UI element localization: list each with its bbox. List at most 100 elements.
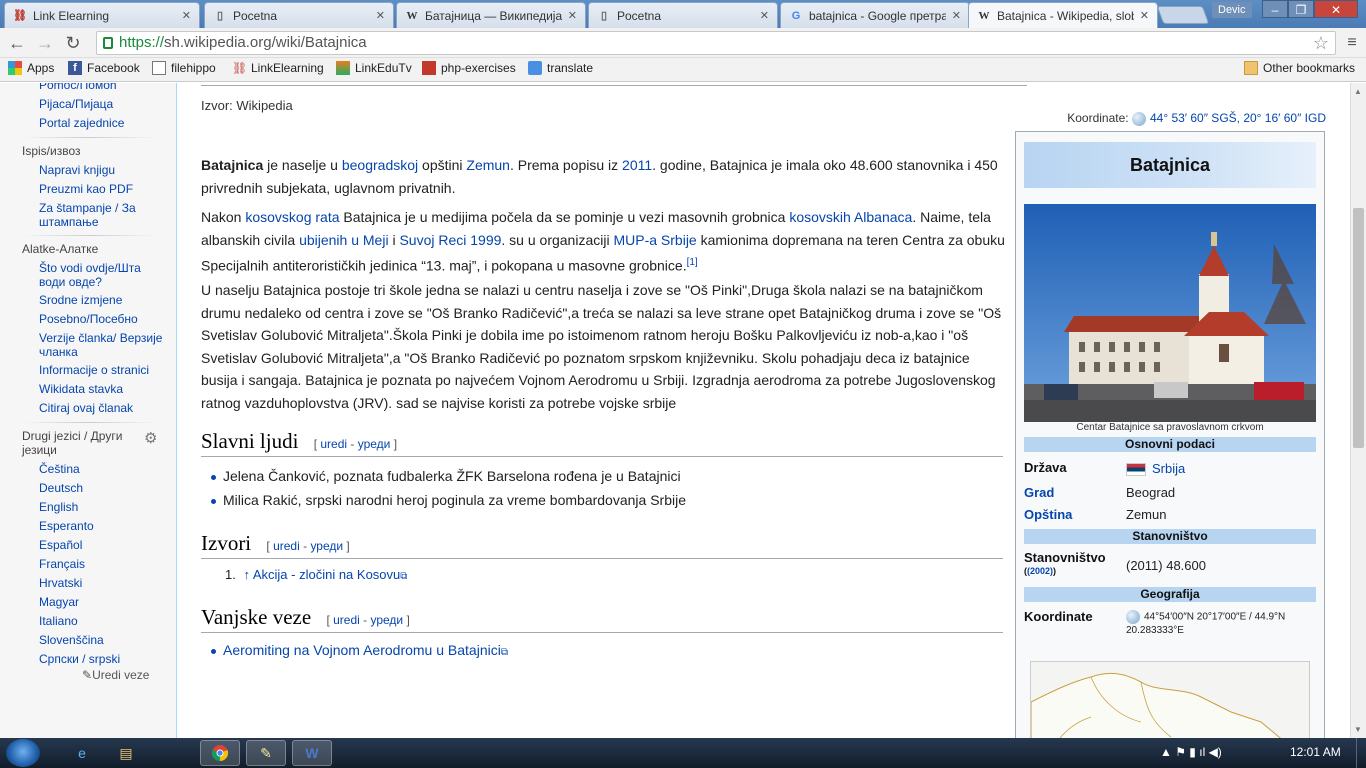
coordinates-link[interactable]: 44° 53′ 60″ SGŠ, 20° 16′ 60″ IGD <box>1150 111 1326 125</box>
infobox-value-country: Srbija <box>1126 461 1185 477</box>
lang-link-fr[interactable]: Français <box>39 557 169 571</box>
bookmark-star-icon[interactable]: ☆ <box>1313 32 1329 54</box>
sidebar-link-printable[interactable]: Za štampanje / За штампање <box>39 201 169 229</box>
link-kosovskog-rata[interactable]: kosovskog rata <box>245 209 339 225</box>
bookmark-linkedutv[interactable]: LinkEduTv <box>336 61 412 75</box>
link-2011[interactable]: 2011 <box>622 157 652 173</box>
scroll-up-icon[interactable]: ▲ <box>1354 87 1362 96</box>
lang-link-de[interactable]: Deutsch <box>39 481 169 495</box>
lock-icon <box>103 37 113 49</box>
reload-icon[interactable]: ↻ <box>62 32 84 54</box>
edit-link[interactable]: uredi <box>273 539 300 553</box>
globe-icon[interactable] <box>1131 111 1146 126</box>
reference-link[interactable]: ↑ Akcija - zločini na Kosovu <box>243 567 400 582</box>
link-meja[interactable]: ubijenih u Meji <box>299 232 389 248</box>
sidebar-link-wikidata[interactable]: Wikidata stavka <box>39 382 169 396</box>
tab-wikipedia-sh[interactable]: W Batajnica - Wikipedia, slob ✕ <box>968 2 1158 28</box>
show-desktop-button[interactable] <box>1356 738 1366 768</box>
other-bookmarks[interactable]: Other bookmarks <box>1244 61 1355 75</box>
lang-link-en[interactable]: English <box>39 500 169 514</box>
edit-link-cyrillic[interactable]: уреди <box>358 437 391 451</box>
tab-wikipedia-sr[interactable]: W Батајница — Википедија, ✕ <box>396 2 586 28</box>
page-scrollbar[interactable]: ▲ ▼ <box>1350 83 1366 738</box>
sidebar-link-download-pdf[interactable]: Preuzmi kao PDF <box>39 182 169 196</box>
close-tab-icon[interactable]: ✕ <box>182 9 191 22</box>
address-bar[interactable]: https://sh.wikipedia.org/wiki/Batajnica … <box>96 31 1336 55</box>
infobox-value-population: (2011) 48.600 <box>1126 558 1206 573</box>
minimize-button[interactable]: – <box>1262 0 1288 18</box>
external-link[interactable]: Aeromiting na Vojnom Aerodromu u Batajni… <box>223 642 501 658</box>
infobox-label-city[interactable]: Grad <box>1024 485 1054 500</box>
link-kosovskih-albanaca[interactable]: kosovskih Albanaca <box>789 209 912 225</box>
edit-link[interactable]: uredi <box>320 437 347 451</box>
sidebar-link-help[interactable]: Pomoć/Помоћ <box>39 83 169 92</box>
forward-icon[interactable]: → <box>34 32 56 54</box>
lang-link-hr[interactable]: Hrvatski <box>39 576 169 590</box>
sidebar-link-create-book[interactable]: Napravi knjigu <box>39 163 169 177</box>
sidebar-link-village-pump[interactable]: Pijaca/Пијаца <box>39 97 169 111</box>
lang-link-it[interactable]: Italiano <box>39 614 169 628</box>
infobox-label-municipality[interactable]: Opština <box>1024 507 1072 522</box>
lang-link-hu[interactable]: Magyar <box>39 595 169 609</box>
maximize-button[interactable]: ❐ <box>1288 0 1314 18</box>
facebook-icon: f <box>68 61 82 75</box>
link-zemun[interactable]: Zemun <box>466 157 510 173</box>
link-mup-srbije[interactable]: MUP-a Srbije <box>613 232 696 248</box>
sidebar-link-cite[interactable]: Citiraj ovaj članak <box>39 401 169 415</box>
globe-icon[interactable] <box>1126 610 1140 624</box>
sidebar-link-community-portal[interactable]: Portal zajednice <box>39 116 169 130</box>
bookmark-facebook[interactable]: f Facebook <box>68 61 140 75</box>
sidebar-link-page-info[interactable]: Informacije o stranici <box>39 363 169 377</box>
sidebar-link-special-pages[interactable]: Posebno/Посебно <box>39 312 169 326</box>
bookmark-filehippo[interactable]: filehippo <box>152 61 216 75</box>
lang-link-eo[interactable]: Esperanto <box>39 519 169 533</box>
start-button[interactable] <box>6 739 40 767</box>
internet-explorer-icon[interactable]: e <box>62 740 102 766</box>
tab-pocetna-2[interactable]: ▯ Pocetna ✕ <box>588 2 778 28</box>
bookmark-apps[interactable]: Apps <box>8 61 54 75</box>
system-tray[interactable]: ▲ ⚑ ▮ ıl ◀) <box>1160 745 1222 759</box>
edit-link-cyrillic[interactable]: уреди <box>310 539 343 553</box>
reference-link[interactable]: [1] <box>687 257 698 268</box>
word-icon[interactable]: W <box>292 740 332 766</box>
edit-link[interactable]: uredi <box>333 613 360 627</box>
location-map[interactable] <box>1030 661 1310 738</box>
close-tab-icon[interactable]: ✕ <box>568 9 577 22</box>
close-window-button[interactable]: ✕ <box>1314 0 1358 18</box>
lang-link-sl[interactable]: Slovenščina <box>39 633 169 647</box>
lang-link-cs[interactable]: Čeština <box>39 462 169 476</box>
sidebar-divider <box>22 235 156 236</box>
close-tab-icon[interactable]: ✕ <box>376 9 385 22</box>
lang-link-sr[interactable]: Српски / srpski <box>39 652 169 666</box>
bookmark-linkelearning[interactable]: ⛓ LinkElearning <box>232 61 324 75</box>
taskbar-clock[interactable]: 12:01 AM <box>1290 745 1341 759</box>
link-suva-reka[interactable]: Suvoj Reci 1999 <box>399 232 501 248</box>
scroll-down-icon[interactable]: ▼ <box>1354 725 1362 734</box>
close-tab-icon[interactable]: ✕ <box>1140 9 1149 22</box>
bookmark-php-exercises[interactable]: php-exercises <box>422 61 516 75</box>
sidebar-link-related-changes[interactable]: Srodne izmjene <box>39 293 169 307</box>
lang-link-es[interactable]: Español <box>39 538 169 552</box>
new-tab-button[interactable] <box>1156 6 1210 24</box>
tab-pocetna-1[interactable]: ▯ Pocetna ✕ <box>204 2 394 28</box>
chrome-icon[interactable] <box>200 740 240 766</box>
menu-icon[interactable]: ≡ <box>1344 34 1360 52</box>
sidebar-link-permanent-link[interactable]: Verzije članka/ Верзије чланка <box>39 331 169 359</box>
gear-icon[interactable]: ⚙ <box>144 429 157 447</box>
notepad-icon[interactable]: ✎ <box>246 740 286 766</box>
sidebar-link-what-links-here[interactable]: Što vodi ovdje/Шта води овде? <box>39 261 169 289</box>
edit-link-cyrillic[interactable]: уреди <box>370 613 403 627</box>
file-explorer-icon[interactable]: ▤ <box>106 740 146 766</box>
page-icon: ▯ <box>600 10 608 22</box>
tab-link-elearning[interactable]: ⛓ Link Elearning ✕ <box>4 2 200 28</box>
infobox-photo[interactable] <box>1024 204 1316 422</box>
scroll-thumb[interactable] <box>1353 208 1364 448</box>
close-tab-icon[interactable]: ✕ <box>952 9 961 22</box>
profile-button[interactable]: Devic <box>1212 2 1252 18</box>
back-icon[interactable]: ← <box>6 32 28 54</box>
close-tab-icon[interactable]: ✕ <box>760 9 769 22</box>
link-beogradskoj[interactable]: beogradskoj <box>342 157 418 173</box>
link-srbija[interactable]: Srbija <box>1152 461 1185 476</box>
bookmark-translate[interactable]: translate <box>528 61 593 75</box>
tab-google-search[interactable]: G batajnica - Google претра ✕ <box>780 2 970 28</box>
